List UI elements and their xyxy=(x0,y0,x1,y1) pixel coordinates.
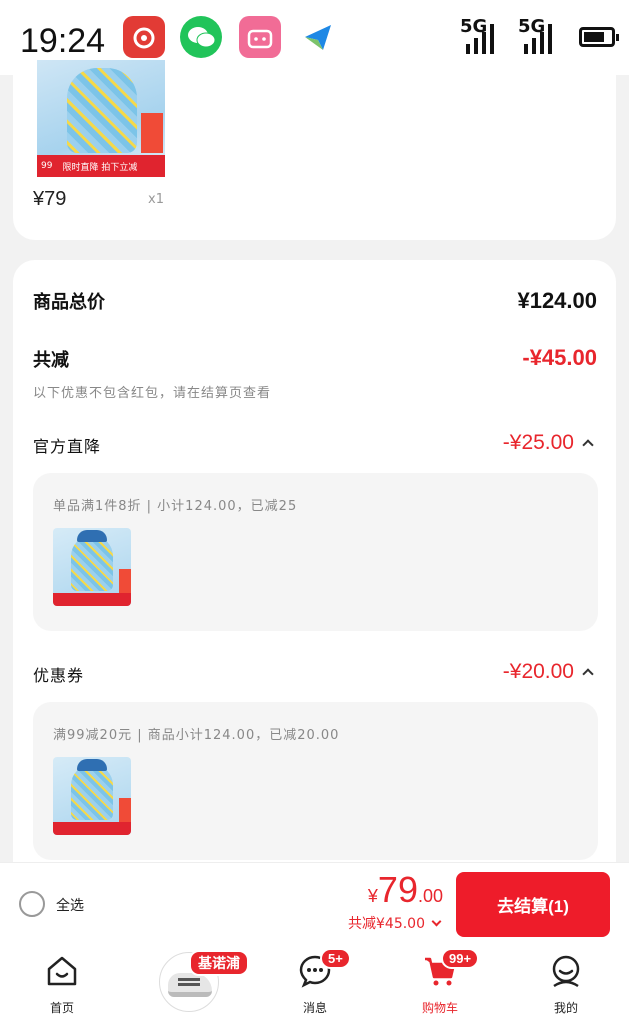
status-time: 19:24 xyxy=(20,22,106,60)
official-discount-detail: 单品满1件8折 | 小计124.00，已减25 xyxy=(33,473,598,631)
discount-note: 以下优惠不包含红包，请在结算页查看 xyxy=(33,386,272,401)
chevron-up-icon xyxy=(582,668,594,680)
thumb-banner xyxy=(53,593,131,606)
wechat-icon xyxy=(180,16,222,58)
thumb-tag xyxy=(119,569,131,593)
official-discount-toggle[interactable]: -¥25.00 xyxy=(502,431,594,455)
signal-bars-2-icon xyxy=(524,22,552,54)
reduce-value: -¥45.00 xyxy=(522,345,597,370)
tab-cart-label: 购物车 xyxy=(421,1001,458,1015)
promo-text: 限时直降 拍下立减 xyxy=(62,162,138,173)
signal-bars-1-icon xyxy=(466,22,494,54)
tab-home-label: 首页 xyxy=(49,1001,74,1015)
chevron-up-icon xyxy=(582,439,594,451)
coupon-value: -¥20.00 xyxy=(502,660,574,683)
price-decimal: .00 xyxy=(417,886,443,906)
cart-item-card[interactable]: 99 限时直降 拍下立减 ¥79 x1 xyxy=(13,60,616,240)
official-discount-product-thumb[interactable] xyxy=(53,528,131,606)
coupon-label: 优惠券 xyxy=(33,666,85,685)
item-quantity: x1 xyxy=(148,192,164,207)
home-icon xyxy=(47,956,77,986)
item-price: ¥79 xyxy=(33,188,67,210)
thumb-photo xyxy=(71,536,113,591)
select-all-radio[interactable] xyxy=(19,891,45,917)
battery-icon xyxy=(579,27,619,47)
thumb-banner xyxy=(53,822,131,835)
thumb-cap xyxy=(77,759,107,771)
currency-symbol: ¥ xyxy=(367,886,378,906)
coupon-toggle[interactable]: -¥20.00 xyxy=(502,660,594,684)
total-price-value: ¥124.00 xyxy=(517,288,597,313)
chevron-down-icon xyxy=(431,916,442,926)
tab-home[interactable]: 首页 xyxy=(17,944,107,1026)
tab-messages-label: 消息 xyxy=(302,1001,327,1015)
shoe-image xyxy=(168,973,212,997)
official-discount-detail-text: 单品满1件8折 | 小计124.00，已减25 xyxy=(53,499,298,514)
reduce-label: 共减 xyxy=(33,350,69,371)
checkout-bar: 全选 ¥ 79 .00 共减¥45.00 去结算(1) xyxy=(0,862,629,944)
product-photo xyxy=(67,68,137,153)
price-integer: 79 xyxy=(377,869,418,910)
total-reduce-toggle[interactable]: 共减¥45.00 xyxy=(348,913,442,933)
coupon-detail: 满99减20元 | 商品小计124.00，已减20.00 xyxy=(33,702,598,860)
tab-me-label: 我的 xyxy=(553,1001,578,1015)
netease-music-icon xyxy=(123,16,165,58)
bilibili-icon xyxy=(239,16,281,58)
battery-fill xyxy=(584,32,604,42)
send-app-icon xyxy=(297,16,339,58)
official-discount-value: -¥25.00 xyxy=(502,431,574,454)
user-profile-icon xyxy=(552,955,580,988)
total-price-label: 商品总价 xyxy=(33,292,105,313)
product-promo-banner: 99 限时直降 拍下立减 xyxy=(37,155,165,177)
coupon-detail-text: 满99减20元 | 商品小计124.00，已减20.00 xyxy=(53,728,340,743)
product-image[interactable]: 99 限时直降 拍下立减 xyxy=(37,60,165,177)
checkout-button[interactable]: 去结算(1) xyxy=(456,872,610,937)
official-discount-label: 官方直降 xyxy=(33,437,102,456)
select-all-label[interactable]: 全选 xyxy=(56,895,84,915)
thumb-photo xyxy=(71,765,113,820)
bottom-tab-bar: 首页 基诺浦 消息 5+ 购物车 99+ 我的 xyxy=(0,944,629,1026)
thumb-cap xyxy=(77,530,107,542)
product-tag xyxy=(141,113,163,153)
total-reduce-text: 共减¥45.00 xyxy=(348,916,425,932)
messages-badge: 5+ xyxy=(320,948,351,969)
cart-badge: 99+ xyxy=(441,948,480,969)
tab-me[interactable]: 我的 xyxy=(521,944,611,1026)
promo-price: 99 xyxy=(41,161,53,171)
total-payable: ¥ 79 .00 xyxy=(368,869,443,911)
thumb-tag xyxy=(119,798,131,822)
price-summary-card: 商品总价 ¥124.00 共减 -¥45.00 以下优惠不包含红包，请在结算页查… xyxy=(13,260,616,900)
brand-badge: 基诺浦 xyxy=(189,950,249,976)
coupon-product-thumb[interactable] xyxy=(53,757,131,835)
